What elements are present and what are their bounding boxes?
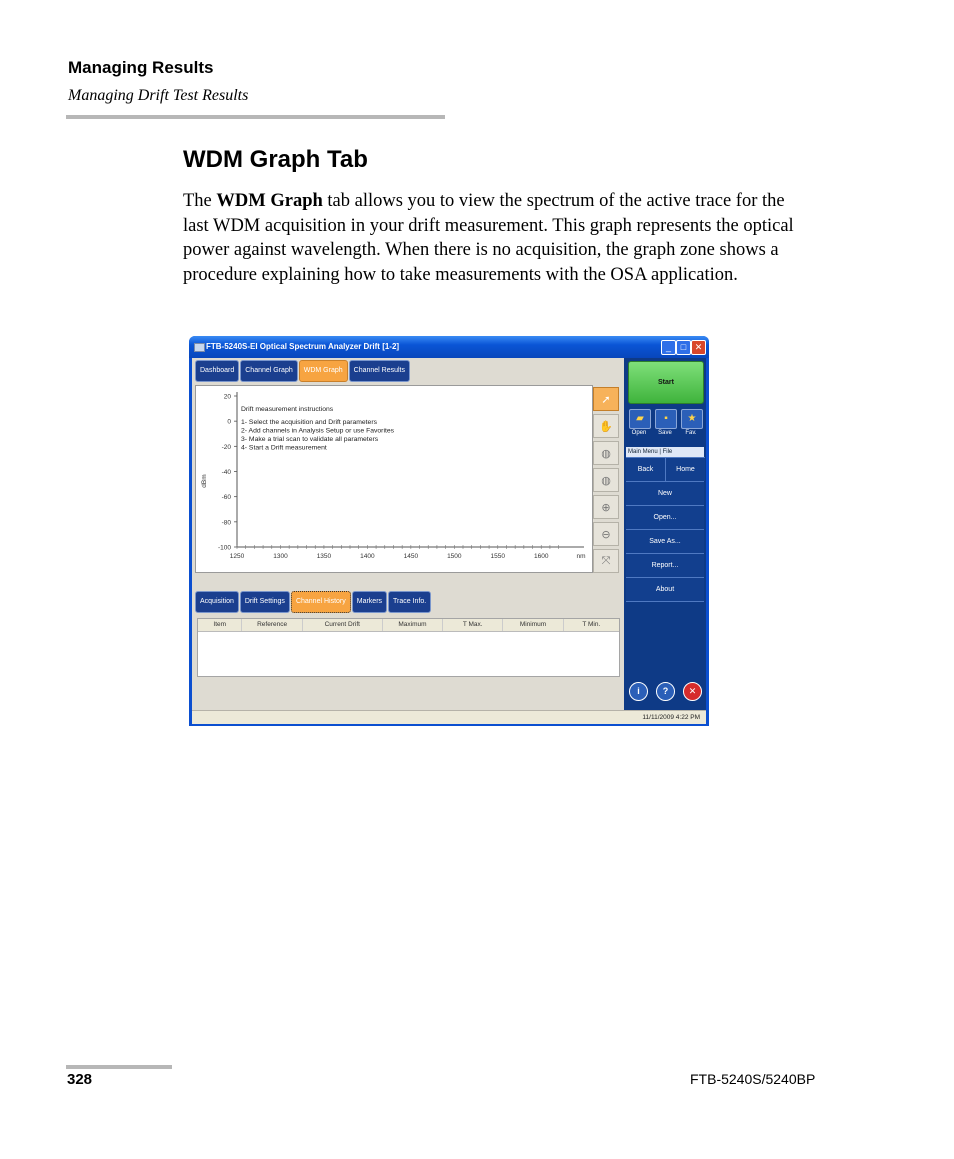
paragraph-bold: WDM Graph <box>216 191 323 211</box>
minimize-button[interactable]: _ <box>661 340 676 355</box>
col-minimum[interactable]: Minimum <box>503 619 564 631</box>
bottom-tab-bar: Acquisition Drift Settings Channel Histo… <box>195 591 432 613</box>
header-rule <box>66 115 445 119</box>
maximize-button[interactable]: □ <box>676 340 691 355</box>
body-paragraph: The WDM Graph tab allows you to view the… <box>183 189 813 287</box>
tab-channel-history[interactable]: Channel History <box>290 591 351 613</box>
open-label: Open <box>631 430 647 436</box>
star-icon[interactable]: ★ <box>681 409 703 429</box>
zoom-custom-icon[interactable]: ◍ <box>593 468 619 492</box>
col-reference[interactable]: Reference <box>242 619 303 631</box>
y-tick-label: -60 <box>222 494 232 501</box>
col-current-drift[interactable]: Current Drift <box>303 619 383 631</box>
app-icon <box>194 343 205 352</box>
instruction-step: 2- Add channels in Analysis Setup or use… <box>241 428 395 435</box>
top-tab-bar: Dashboard Channel Graph WDM Graph Channe… <box>195 360 411 382</box>
start-button[interactable]: Start <box>628 361 704 404</box>
window-title: FTB-5240S-EI Optical Spectrum Analyzer D… <box>206 342 400 351</box>
y-tick-label: 20 <box>224 394 232 401</box>
x-tick-label: 1550 <box>491 553 506 560</box>
paragraph-lead: The <box>183 191 217 211</box>
cursor-icon[interactable]: ➚ <box>593 387 619 411</box>
col-t-max[interactable]: T Max. <box>443 619 504 631</box>
tab-wdm-graph[interactable]: WDM Graph <box>298 360 348 382</box>
x-tick-label: 1600 <box>534 553 549 560</box>
app-window: FTB-5240S-EI Optical Spectrum Analyzer D… <box>189 336 709 726</box>
tab-channel-graph[interactable]: Channel Graph <box>240 360 298 382</box>
x-tick-label: 1250 <box>230 553 245 560</box>
tab-channel-results[interactable]: Channel Results <box>348 360 411 382</box>
wdm-graph: 1250 1300 1350 1400 1450 1500 1550 1600 nm 20 0 -20… <box>195 385 593 573</box>
y-tick-label: -40 <box>222 469 232 476</box>
help-icon[interactable]: ? <box>656 682 675 701</box>
save-icon[interactable]: ▪ <box>655 409 677 429</box>
x-tick-label: 1400 <box>360 553 375 560</box>
menu-report[interactable]: Report... <box>626 553 704 577</box>
channel-history-table: Item Reference Current Drift Maximum T M… <box>197 618 620 677</box>
close-button[interactable]: ✕ <box>691 340 706 355</box>
page-number: 328 <box>67 1071 93 1088</box>
footer-model: FTB-5240S/5240BP <box>690 1071 816 1087</box>
graph-svg: 1250 1300 1350 1400 1450 1500 1550 1600 nm 20 0 -20… <box>201 392 586 560</box>
menu-open[interactable]: Open... <box>626 505 704 529</box>
footer-rule <box>66 1065 172 1069</box>
y-tick-label: -80 <box>222 519 232 526</box>
zoom-in-icon[interactable]: ⊕ <box>593 495 619 519</box>
status-bar: 11/11/2009 4:22 PM <box>192 710 706 724</box>
x-tick-label: 1450 <box>404 553 419 560</box>
x-tick-label: 1350 <box>317 553 332 560</box>
title-bar: FTB-5240S-EI Optical Spectrum Analyzer D… <box>189 336 709 358</box>
save-label: Save <box>658 430 672 436</box>
back-button[interactable]: Back <box>626 457 665 481</box>
instruction-step: 4- Start a Drift measurement <box>241 445 327 452</box>
menu-about[interactable]: About <box>626 577 704 602</box>
main-area: Dashboard Channel Graph WDM Graph Channe… <box>192 358 624 710</box>
tab-markers[interactable]: Markers <box>351 591 388 613</box>
x-tick-label: 1500 <box>447 553 462 560</box>
zoom-out-icon[interactable]: ⊖ <box>593 522 619 546</box>
y-tick-label: -100 <box>218 545 231 552</box>
fav-label: Fav. <box>685 430 697 436</box>
chapter-subtitle: Managing Drift Test Results <box>68 87 249 104</box>
instruction-step: 1- Select the acquisition and Drift para… <box>241 419 378 426</box>
zoom-area-icon[interactable]: ◍ <box>593 441 619 465</box>
instruction-step: 3- Make a trial scan to validate all par… <box>241 436 379 443</box>
table-header-row: Item Reference Current Drift Maximum T M… <box>198 619 619 632</box>
y-tick-label: 0 <box>227 419 231 426</box>
tab-acquisition[interactable]: Acquisition <box>195 591 239 613</box>
menu-save-as[interactable]: Save As... <box>626 529 704 553</box>
y-axis-label: dBm <box>201 474 208 487</box>
home-button[interactable]: Home <box>665 457 705 481</box>
menu-header: Main Menu | File <box>626 447 704 457</box>
section-title: WDM Graph Tab <box>183 146 368 173</box>
folder-icon[interactable]: ▰ <box>629 409 651 429</box>
fit-icon[interactable]: ⤧ <box>593 549 619 573</box>
tab-dashboard[interactable]: Dashboard <box>195 360 240 382</box>
chapter-title: Managing Results <box>68 58 214 77</box>
client-area: Dashboard Channel Graph WDM Graph Channe… <box>192 358 706 724</box>
status-datetime: 11/11/2009 4:22 PM <box>642 714 700 721</box>
x-unit-label: nm <box>576 553 585 560</box>
exit-icon[interactable]: ✕ <box>683 682 702 701</box>
right-panel: Start ▰ ▪ ★ Open Save Fav. Main Menu | F… <box>624 358 706 710</box>
col-maximum[interactable]: Maximum <box>383 619 444 631</box>
tab-drift-settings[interactable]: Drift Settings <box>239 591 290 613</box>
graph-toolbar: ➚ ✋ ◍ ◍ ⊕ ⊖ ⤧ <box>593 387 619 576</box>
tab-trace-info[interactable]: Trace Info. <box>388 591 432 613</box>
info-icon[interactable]: i <box>629 682 648 701</box>
hand-icon[interactable]: ✋ <box>593 414 619 438</box>
menu-new[interactable]: New <box>626 481 704 505</box>
col-item[interactable]: Item <box>198 619 243 631</box>
y-tick-label: -20 <box>222 444 232 451</box>
x-tick-label: 1300 <box>273 553 288 560</box>
col-t-min[interactable]: T Min. <box>564 619 619 631</box>
instructions-title: Drift measurement instructions <box>241 406 334 413</box>
